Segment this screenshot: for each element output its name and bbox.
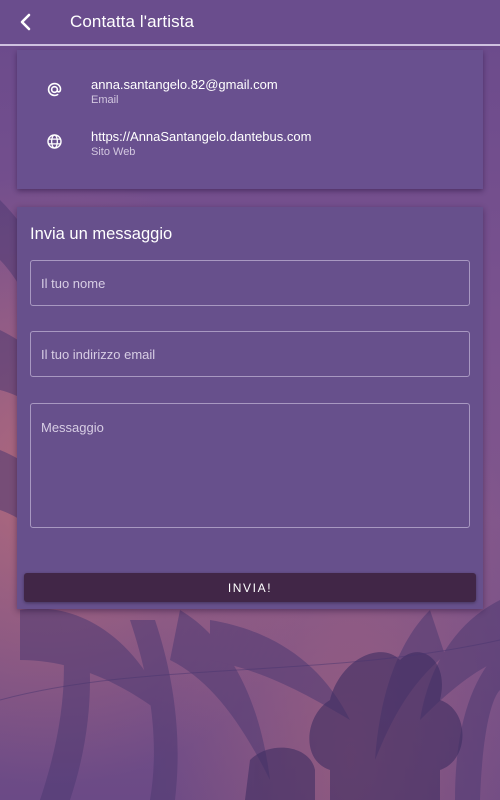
email-input[interactable] [30, 331, 470, 377]
message-textarea[interactable] [30, 403, 470, 528]
chevron-left-icon [20, 13, 31, 31]
contact-website-caption: Sito Web [91, 146, 136, 158]
page-title: Contatta l'artista [70, 12, 195, 31]
contact-website-row[interactable]: https://AnnaSantangelo.dantebus.com Sito… [17, 129, 483, 169]
contact-email-value: anna.santangelo.82@gmail.com [91, 77, 278, 92]
name-input[interactable] [30, 260, 470, 306]
contact-website-value: https://AnnaSantangelo.dantebus.com [91, 129, 312, 144]
form-title: Invia un messaggio [30, 225, 173, 243]
at-sign-icon [17, 77, 91, 99]
send-button[interactable]: INVIA! [24, 573, 476, 602]
back-button[interactable] [0, 0, 50, 45]
contact-email-caption: Email [91, 94, 119, 106]
globe-icon [17, 129, 91, 151]
contact-email-row[interactable]: anna.santangelo.82@gmail.com Email [17, 77, 483, 117]
message-form-card: Invia un messaggio INVIA! [17, 207, 483, 609]
app-bar: Contatta l'artista [0, 0, 500, 46]
contact-info-card: anna.santangelo.82@gmail.com Email https… [17, 50, 483, 189]
